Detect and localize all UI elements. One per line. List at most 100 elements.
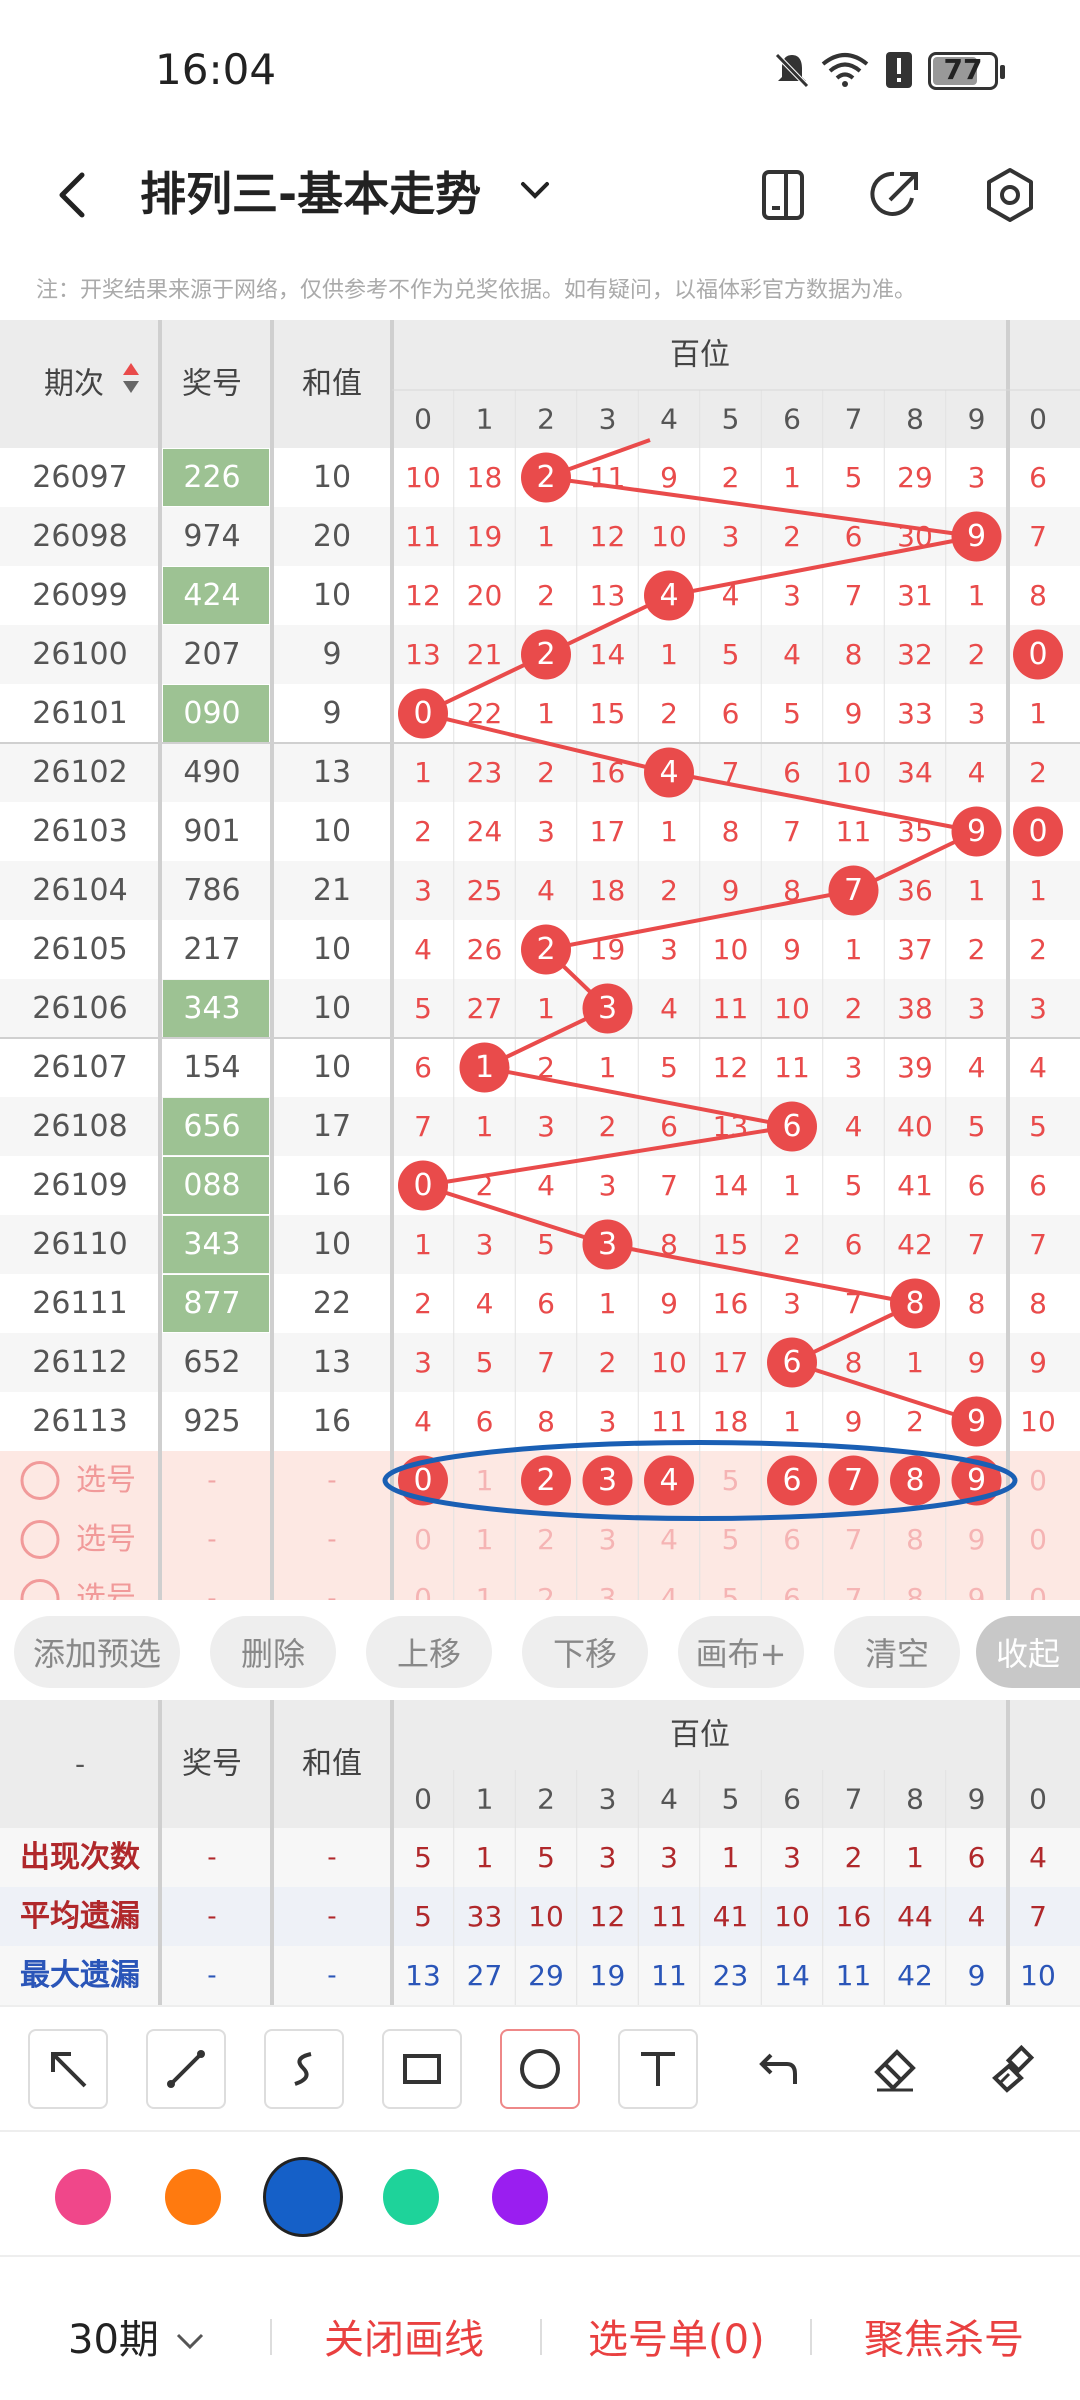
alert-icon — [886, 52, 912, 88]
eraser-icon[interactable] — [854, 2029, 934, 2109]
selection-list-button[interactable]: 选号单(0) — [588, 2307, 765, 2365]
move-up-button[interactable]: 上移 — [366, 1616, 492, 1688]
period-cell: 26110 — [32, 1227, 127, 1262]
miss-count-cell: 19 — [590, 933, 626, 966]
miss-count-cell: 1 — [968, 874, 986, 907]
stats-value-cell: 5 — [537, 1841, 555, 1874]
add-preselect-button[interactable]: 添加预选 — [14, 1616, 180, 1688]
stats-value-cell: 10 — [528, 1900, 564, 1933]
focus-kill-button[interactable]: 聚焦杀号 — [864, 2307, 1024, 2365]
stats-digit-header: 3 — [599, 1783, 617, 1816]
miss-count-cell: 23 — [467, 756, 503, 789]
color-swatch-orange[interactable] — [165, 2169, 221, 2225]
next-group-cell: 8 — [1029, 579, 1047, 612]
miss-count-cell: 5 — [537, 1228, 555, 1261]
stats-value-cell: 19 — [590, 1959, 626, 1992]
sum-cell: 10 — [313, 1050, 351, 1085]
settings-icon[interactable] — [975, 160, 1045, 230]
sum-cell: 10 — [313, 814, 351, 849]
number-cell: 877 — [183, 1286, 240, 1321]
chevron-down-icon[interactable] — [515, 170, 555, 210]
number-cell: 925 — [183, 1404, 240, 1439]
arrow-tool-icon[interactable] — [28, 2029, 108, 2109]
clear-button[interactable]: 清空 — [834, 1616, 960, 1688]
back-icon[interactable] — [40, 160, 110, 230]
miss-count-cell: 18 — [467, 461, 503, 494]
miss-count-cell: 9 — [845, 1405, 863, 1438]
canvas-plus-button[interactable]: 画布+ — [678, 1616, 804, 1688]
miss-count-cell: 2 — [476, 1169, 494, 1202]
miss-count-cell: 3 — [537, 815, 555, 848]
color-swatch-blue-selected[interactable] — [263, 2157, 343, 2237]
collapse-button[interactable]: 收起 — [976, 1616, 1080, 1688]
period-cell: 26097 — [32, 460, 127, 495]
color-swatch-purple[interactable] — [492, 2169, 548, 2225]
digit-header: 1 — [476, 403, 494, 436]
sum-cell: 10 — [313, 578, 351, 613]
miss-count-cell: 1 — [968, 579, 986, 612]
sum-cell: 10 — [313, 1227, 351, 1262]
color-swatch-green[interactable] — [383, 2169, 439, 2225]
number-cell: 154 — [183, 1050, 240, 1085]
close-lines-button[interactable]: 关闭画线 — [324, 2307, 484, 2365]
number-cell: 424 — [183, 578, 240, 613]
page-title[interactable]: 排列三-基本走势 — [140, 158, 481, 224]
period-cell: 26099 — [32, 578, 127, 613]
selectable-digit: 8 — [906, 1523, 924, 1556]
phone-layout-icon[interactable] — [748, 160, 818, 230]
hit-ball-label: 9 — [967, 1404, 986, 1439]
digit-header: 5 — [722, 403, 740, 436]
miss-count-cell: 31 — [897, 579, 933, 612]
miss-count-cell: 41 — [897, 1169, 933, 1202]
rect-tool-icon[interactable] — [382, 2029, 462, 2109]
circle-tool-icon[interactable] — [500, 2029, 580, 2109]
stats-digit-header: 4 — [660, 1783, 678, 1816]
selected-digit-label: 6 — [782, 1463, 801, 1498]
divider — [540, 2319, 542, 2355]
number-cell: 901 — [183, 814, 240, 849]
miss-count-cell: 9 — [660, 1287, 678, 1320]
miss-count-cell: 8 — [660, 1228, 678, 1261]
share-icon[interactable] — [860, 160, 930, 230]
stats-next-cell: 7 — [1029, 1900, 1047, 1933]
miss-count-cell: 4 — [537, 1169, 555, 1202]
color-swatch-pink[interactable] — [55, 2169, 111, 2225]
miss-count-cell: 15 — [590, 697, 626, 730]
stats-next-cell: 4 — [1029, 1841, 1047, 1874]
miss-count-cell: 10 — [651, 520, 687, 553]
clear-brush-icon[interactable] — [972, 2029, 1052, 2109]
miss-count-cell: 2 — [783, 1228, 801, 1261]
miss-count-cell: 1 — [845, 933, 863, 966]
selectable-digit: 0 — [1029, 1523, 1047, 1556]
period-select[interactable]: 30期 — [68, 2307, 208, 2365]
text-tool-icon[interactable] — [618, 2029, 698, 2109]
miss-count-cell: 20 — [467, 579, 503, 612]
undo-icon[interactable] — [736, 2029, 816, 2109]
miss-count-cell: 32 — [897, 638, 933, 671]
miss-count-cell: 4 — [537, 874, 555, 907]
stats-value-cell: 1 — [722, 1841, 740, 1874]
miss-count-cell: 27 — [467, 992, 503, 1025]
delete-button[interactable]: 删除 — [210, 1616, 336, 1688]
stats-digit-header: 2 — [537, 1783, 555, 1816]
miss-count-cell: 12 — [405, 579, 441, 612]
miss-count-cell: 9 — [722, 874, 740, 907]
miss-count-cell: 5 — [845, 461, 863, 494]
curve-tool-icon[interactable] — [264, 2029, 344, 2109]
hit-ball-label: 9 — [967, 814, 986, 849]
miss-count-cell: 22 — [467, 697, 503, 730]
miss-count-cell: 2 — [537, 579, 555, 612]
stats-value-cell: 3 — [660, 1841, 678, 1874]
selectable-digit: 1 — [476, 1464, 494, 1497]
miss-count-cell: 7 — [845, 579, 863, 612]
sum-cell: 20 — [313, 519, 351, 554]
miss-count-cell: 7 — [414, 1110, 432, 1143]
select-sum: - — [327, 1584, 336, 1601]
move-down-button[interactable]: 下移 — [522, 1616, 648, 1688]
selectable-digit: 4 — [660, 1523, 678, 1556]
selectable-digit: 0 — [414, 1582, 432, 1600]
trend-chart: 期次 奖号 和值 百位 0 1 2 3 4 5 6 7 8 9 0 26097 226 10 10 18 2 11 9 2 1 5… — [0, 320, 1080, 1600]
miss-count-cell: 7 — [845, 1287, 863, 1320]
selectable-digit: 1 — [476, 1523, 494, 1556]
line-tool-icon[interactable] — [146, 2029, 226, 2109]
